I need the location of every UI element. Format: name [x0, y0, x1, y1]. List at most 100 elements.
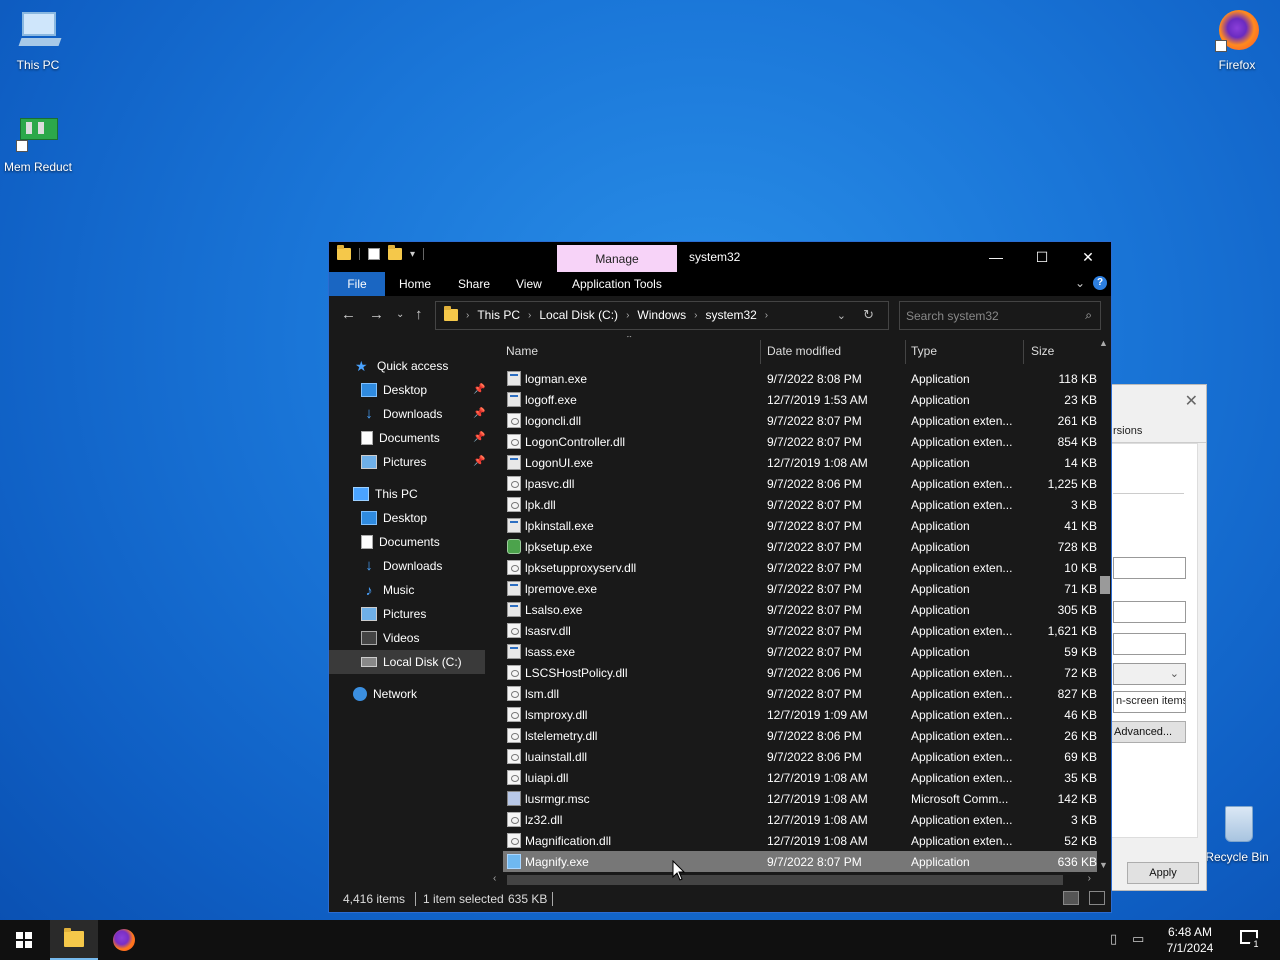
nav-pc-documents[interactable]: Documents: [329, 530, 485, 554]
nav-pc-music[interactable]: ♪ Music: [329, 578, 485, 602]
file-row[interactable]: Magnify.exe 9/7/2022 8:07 PM Application 63…: [503, 851, 1099, 872]
file-row[interactable]: lstelemetry.dll 9/7/2022 8:06 PM Applicati…: [503, 725, 1099, 746]
file-row[interactable]: lusrmgr.msc 12/7/2019 1:08 AM Microsoft Co…: [503, 788, 1099, 809]
title-bar[interactable]: ▾ Manage system32 — ☐ ✕: [329, 242, 1111, 272]
chevron-right-icon[interactable]: ›: [694, 310, 697, 321]
chevron-right-icon[interactable]: ›: [765, 310, 768, 321]
file-row[interactable]: lsasrv.dll 9/7/2022 8:07 PM Application ex…: [503, 620, 1099, 641]
file-row[interactable]: lsmproxy.dll 12/7/2019 1:09 AM Application…: [503, 704, 1099, 725]
file-row[interactable]: lpremove.exe 9/7/2022 8:07 PM Application 7…: [503, 578, 1099, 599]
taskbar-firefox[interactable]: [100, 920, 148, 960]
chevron-right-icon[interactable]: ›: [466, 310, 469, 321]
dialog-text-field[interactable]: n-screen items f: [1113, 691, 1186, 713]
pin-icon[interactable]: 📌: [473, 408, 485, 419]
maximize-button[interactable]: ☐: [1019, 242, 1065, 272]
column-divider[interactable]: [760, 340, 761, 364]
scroll-left-arrow-icon[interactable]: ‹: [493, 873, 496, 884]
new-folder-icon[interactable]: [388, 245, 402, 260]
clock[interactable]: 6:48 AM 7/1/2024: [1162, 924, 1218, 956]
chevron-down-icon[interactable]: ▾: [410, 249, 415, 260]
nav-pc-videos[interactable]: Videos: [329, 626, 485, 650]
file-row[interactable]: luiapi.dll 12/7/2019 1:08 AM Application e…: [503, 767, 1099, 788]
forward-arrow-icon[interactable]: →: [369, 306, 384, 323]
file-row[interactable]: Magnification.dll 12/7/2019 1:08 AM Applic…: [503, 830, 1099, 851]
scroll-up-arrow-icon[interactable]: ▲: [1099, 338, 1108, 348]
tab-application-tools[interactable]: Application Tools: [572, 272, 662, 296]
network-icon[interactable]: ▭: [1132, 931, 1144, 947]
file-row[interactable]: LSCSHostPolicy.dll 9/7/2022 8:06 PM Applic…: [503, 662, 1099, 683]
column-divider[interactable]: [1023, 340, 1024, 364]
tab-file[interactable]: File: [329, 272, 385, 296]
file-row[interactable]: logoff.exe 12/7/2019 1:53 AM Application 23…: [503, 389, 1099, 410]
desktop-icon-mem-reduct[interactable]: Mem Reduct: [0, 112, 76, 174]
file-row[interactable]: lpkinstall.exe 9/7/2022 8:07 PM Applicatio…: [503, 515, 1099, 536]
address-bar[interactable]: › This PC › Local Disk (C:) › Windows › …: [435, 301, 889, 330]
nav-pc-downloads[interactable]: ↓ Downloads: [329, 554, 485, 578]
file-row[interactable]: LogonController.dll 9/7/2022 8:07 PM Appli…: [503, 431, 1099, 452]
large-icons-view-button[interactable]: [1089, 891, 1105, 905]
nav-quick-desktop[interactable]: Desktop 📌: [329, 378, 485, 402]
tab-view[interactable]: View: [516, 272, 542, 296]
dialog-dropdown[interactable]: ⌄: [1113, 663, 1186, 685]
search-input[interactable]: [906, 307, 1076, 325]
back-arrow-icon[interactable]: ←: [341, 306, 356, 323]
chevron-down-icon[interactable]: ⌄: [837, 309, 846, 322]
close-button[interactable]: ✕: [1065, 242, 1111, 272]
breadcrumb-system32[interactable]: system32: [705, 308, 756, 322]
up-arrow-icon[interactable]: ↑: [415, 306, 423, 323]
desktop-icon-this-pc[interactable]: This PC: [0, 10, 76, 72]
tab-home[interactable]: Home: [399, 272, 431, 296]
properties-icon[interactable]: [368, 248, 380, 260]
details-view-button[interactable]: [1063, 891, 1079, 905]
column-date-modified[interactable]: Date modified: [767, 344, 841, 358]
taskbar-file-explorer[interactable]: [50, 920, 98, 960]
breadcrumb-windows[interactable]: Windows: [637, 308, 686, 322]
dialog-field-3[interactable]: [1113, 633, 1186, 655]
desktop-icon-recycle-bin[interactable]: Recycle Bin: [1199, 802, 1275, 864]
scrollbar-thumb[interactable]: [1100, 576, 1110, 594]
scrollbar-thumb[interactable]: [507, 875, 1063, 885]
minimize-button[interactable]: —: [973, 242, 1019, 272]
pin-icon[interactable]: 📌: [473, 384, 485, 395]
chevron-right-icon[interactable]: ›: [528, 310, 531, 321]
dialog-field-1[interactable]: [1113, 557, 1186, 579]
start-button[interactable]: [0, 920, 48, 960]
refresh-icon[interactable]: ↻: [863, 307, 874, 323]
scroll-down-arrow-icon[interactable]: ▼: [1099, 860, 1108, 870]
chevron-right-icon[interactable]: ›: [626, 310, 629, 321]
file-row[interactable]: logman.exe 9/7/2022 8:08 PM Application 118…: [503, 368, 1099, 389]
file-row[interactable]: lpksetup.exe 9/7/2022 8:07 PM Application 7…: [503, 536, 1099, 557]
file-row[interactable]: Lsalso.exe 9/7/2022 8:07 PM Application 305…: [503, 599, 1099, 620]
dialog-field-2[interactable]: [1113, 601, 1186, 623]
file-row[interactable]: LogonUI.exe 12/7/2019 1:08 AM Application 1…: [503, 452, 1099, 473]
recent-locations-chevron-icon[interactable]: ⌄: [396, 309, 404, 320]
tab-share[interactable]: Share: [458, 272, 490, 296]
pin-icon[interactable]: 📌: [473, 432, 485, 443]
nav-pc-pictures[interactable]: Pictures: [329, 602, 485, 626]
chevron-down-icon[interactable]: ⌄: [1075, 276, 1085, 290]
nav-this-pc[interactable]: This PC: [329, 482, 485, 506]
vertical-scrollbar[interactable]: ▲ ▼: [1097, 336, 1111, 872]
file-row[interactable]: logoncli.dll 9/7/2022 8:07 PM Application …: [503, 410, 1099, 431]
breadcrumb-local-disk[interactable]: Local Disk (C:): [539, 308, 618, 322]
nav-pc-desktop[interactable]: Desktop: [329, 506, 485, 530]
help-icon[interactable]: ?: [1093, 276, 1107, 290]
usb-device-icon[interactable]: ▯: [1110, 931, 1117, 947]
search-box[interactable]: ⌕: [899, 301, 1101, 330]
column-type[interactable]: Type: [911, 344, 937, 358]
close-icon[interactable]: ✕: [1185, 391, 1198, 411]
desktop-icon-firefox[interactable]: Firefox: [1199, 10, 1275, 72]
column-size[interactable]: Size: [1031, 344, 1054, 358]
nav-quick-access[interactable]: ★ Quick access: [329, 354, 485, 378]
file-row[interactable]: lpasvc.dll 9/7/2022 8:06 PM Application ex…: [503, 473, 1099, 494]
file-row[interactable]: lsm.dll 9/7/2022 8:07 PM Application exten…: [503, 683, 1099, 704]
dialog-tab[interactable]: rsions: [1101, 425, 1206, 443]
file-row[interactable]: lpksetupproxyserv.dll 9/7/2022 8:07 PM App…: [503, 557, 1099, 578]
nav-quick-downloads[interactable]: ↓ Downloads 📌: [329, 402, 485, 426]
file-row[interactable]: luainstall.dll 9/7/2022 8:06 PM Applicatio…: [503, 746, 1099, 767]
pin-icon[interactable]: 📌: [473, 456, 485, 467]
manage-contextual-tab[interactable]: Manage: [557, 245, 677, 272]
scroll-right-arrow-icon[interactable]: ›: [1088, 873, 1091, 884]
apply-button[interactable]: Apply: [1127, 862, 1199, 884]
nav-quick-documents[interactable]: Documents 📌: [329, 426, 485, 450]
